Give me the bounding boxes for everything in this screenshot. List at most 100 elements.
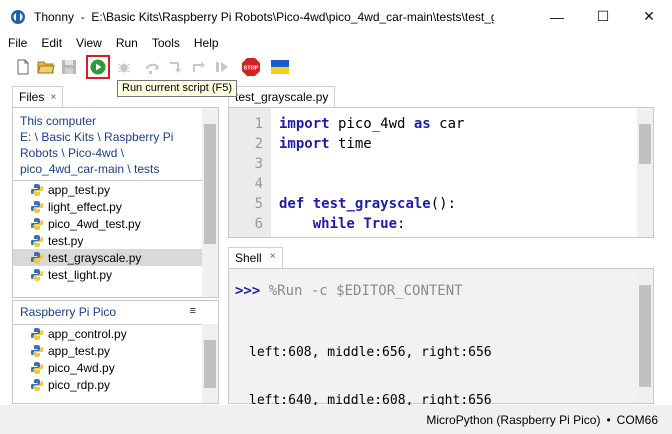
- ukraine-support-button[interactable]: [269, 56, 291, 78]
- file-item[interactable]: test_light.py: [13, 266, 203, 283]
- title-bar: Thonny - E:\Basic Kits\Raspberry Pi Robo…: [0, 0, 672, 33]
- save-button[interactable]: [58, 56, 80, 78]
- file-item[interactable]: app_control.py: [13, 325, 203, 342]
- editor-scrollbar[interactable]: [637, 108, 653, 237]
- file-item[interactable]: app_test.py: [13, 181, 203, 198]
- port-status[interactable]: COM66: [617, 413, 658, 427]
- local-file-list: app_test.py light_effect.py pico_4wd_tes…: [13, 180, 203, 283]
- step-out-icon: [193, 62, 205, 72]
- debug-button[interactable]: [113, 56, 135, 78]
- python-file-icon: [30, 234, 44, 248]
- file-item[interactable]: test.py: [13, 232, 203, 249]
- file-item-selected[interactable]: test_grayscale.py: [13, 249, 203, 266]
- ukraine-flag-icon: [271, 60, 289, 74]
- line-number: 5: [254, 196, 263, 212]
- close-window-button[interactable]: ✕: [626, 0, 672, 33]
- python-file-icon: [30, 378, 44, 392]
- new-file-button[interactable]: [12, 56, 34, 78]
- line-number: 2: [254, 136, 263, 152]
- scroll-thumb[interactable]: [639, 124, 651, 164]
- pico-title[interactable]: Raspberry Pi Pico: [20, 305, 200, 319]
- code-line: def test_grayscale():: [279, 196, 457, 212]
- stop-sign-icon: STOP: [242, 58, 260, 76]
- file-item[interactable]: pico_rdp.py: [13, 376, 203, 393]
- tab-test-grayscale[interactable]: test_grayscale.py: [228, 86, 336, 107]
- menu-run[interactable]: Run: [116, 36, 138, 50]
- line-number: 4: [254, 176, 263, 192]
- path-line[interactable]: Robots \ Pico-4wd \: [20, 145, 195, 161]
- shell-command-line: >>> %Run -c $EDITOR_CONTENT: [235, 283, 463, 299]
- tab-shell[interactable]: Shell ×: [228, 247, 283, 268]
- python-file-icon: [30, 183, 44, 197]
- menu-view[interactable]: View: [76, 36, 102, 50]
- save-disk-icon: [62, 60, 76, 74]
- python-file-icon: [30, 327, 44, 341]
- svg-text:STOP: STOP: [244, 66, 259, 72]
- pico-scrollbar[interactable]: [202, 324, 218, 403]
- files-pane: Files × This computer ≡ E: \ Basic Kits …: [12, 86, 219, 298]
- line-number: 3: [254, 156, 263, 172]
- menu-bar: File Edit View Run Tools Help: [0, 33, 672, 52]
- local-path: This computer ≡ E: \ Basic Kits \ Raspbe…: [20, 113, 211, 177]
- step-out-button[interactable]: [188, 56, 210, 78]
- tab-files[interactable]: Files ×: [12, 86, 64, 107]
- menu-file[interactable]: File: [8, 36, 27, 50]
- scroll-thumb[interactable]: [204, 340, 216, 388]
- path-line[interactable]: pico_4wd_car-main \ tests: [20, 161, 195, 177]
- minimize-button[interactable]: —: [534, 0, 580, 33]
- run-tooltip: Run current script (F5): [117, 80, 238, 97]
- pico-file-list: app_control.py app_test.py pico_4wd.py p…: [13, 324, 203, 393]
- run-button[interactable]: [86, 55, 110, 79]
- maximize-button[interactable]: ☐: [580, 0, 626, 33]
- toolbar: STOP: [0, 53, 672, 81]
- interpreter-status[interactable]: MicroPython (Raspberry Pi Pico): [426, 413, 600, 427]
- step-over-button[interactable]: [142, 56, 164, 78]
- run-play-icon: [90, 59, 106, 75]
- python-file-icon: [30, 251, 44, 265]
- code-line: while True:: [312, 216, 406, 232]
- window-title: Thonny - E:\Basic Kits\Raspberry Pi Robo…: [34, 9, 494, 24]
- resume-button[interactable]: [211, 56, 233, 78]
- python-file-icon: [30, 361, 44, 375]
- output-line: left:608, middle:656, right:656: [249, 345, 492, 360]
- file-item[interactable]: pico_4wd.py: [13, 359, 203, 376]
- file-item[interactable]: pico_4wd_test.py: [13, 215, 203, 232]
- close-icon[interactable]: ×: [50, 92, 56, 103]
- folder-open-icon: [37, 61, 55, 74]
- open-file-button[interactable]: [35, 56, 57, 78]
- shell-panel[interactable]: >>> %Run -c $EDITOR_CONTENT left:608, mi…: [228, 268, 654, 408]
- file-item[interactable]: light_effect.py: [13, 198, 203, 215]
- code-line: import time: [279, 136, 372, 152]
- shell-scrollbar[interactable]: [637, 269, 653, 403]
- path-line[interactable]: E: \ Basic Kits \ Raspberry Pi: [20, 129, 195, 145]
- code-content[interactable]: import pico_4wd as car import time def t…: [279, 108, 464, 234]
- menu-help[interactable]: Help: [194, 36, 219, 50]
- bug-icon: [117, 63, 131, 73]
- scroll-thumb[interactable]: [639, 285, 651, 387]
- file-item[interactable]: app_test.py: [13, 342, 203, 359]
- stop-button[interactable]: STOP: [240, 56, 262, 78]
- menu-edit[interactable]: Edit: [41, 36, 62, 50]
- code-editor[interactable]: 1 2 3 4 5 6 import pico_4wd as car impor…: [228, 107, 654, 238]
- files-panel: This computer ≡ E: \ Basic Kits \ Raspbe…: [12, 107, 219, 298]
- step-into-button[interactable]: [165, 56, 187, 78]
- scroll-thumb[interactable]: [204, 124, 216, 244]
- python-file-icon: [30, 268, 44, 282]
- python-file-icon: [30, 217, 44, 231]
- location-label[interactable]: This computer: [20, 113, 96, 129]
- code-line: import pico_4wd as car: [279, 116, 465, 132]
- resume-icon: [216, 62, 228, 72]
- step-into-icon: [170, 62, 181, 73]
- python-file-icon: [30, 200, 44, 214]
- close-icon[interactable]: ×: [270, 251, 276, 265]
- menu-tools[interactable]: Tools: [152, 36, 180, 50]
- files-scrollbar[interactable]: [202, 108, 218, 297]
- status-separator: •: [606, 412, 611, 427]
- step-over-icon: [146, 63, 159, 74]
- line-number: 1: [254, 116, 263, 132]
- pane-menu-icon[interactable]: ≡: [190, 305, 196, 317]
- line-number: 6: [254, 216, 263, 232]
- line-number-gutter: 1 2 3 4 5 6: [229, 108, 271, 237]
